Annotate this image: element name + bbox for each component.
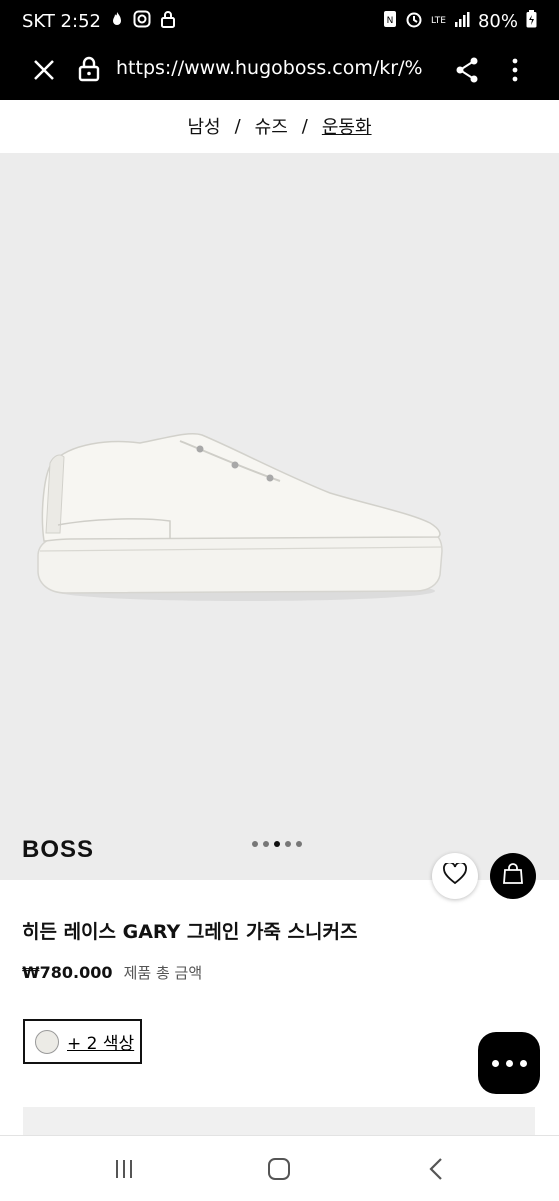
- add-to-bag-button[interactable]: [490, 853, 536, 899]
- system-nav-bar: [0, 1135, 559, 1201]
- network-label: LTE: [431, 16, 446, 26]
- product-image: [37, 432, 443, 601]
- more-colors-link[interactable]: + 2 색상: [67, 1029, 134, 1054]
- signal-icon: [454, 11, 470, 31]
- shopping-bag-icon: [501, 862, 525, 890]
- chat-icon: [519, 1059, 527, 1067]
- carousel-dot-active[interactable]: [274, 841, 280, 847]
- instagram-icon: [133, 10, 151, 32]
- size-panel: [23, 1107, 535, 1135]
- product-gallery[interactable]: BOSS: [0, 153, 559, 880]
- home-icon[interactable]: [266, 1156, 292, 1182]
- breadcrumb-separator: /: [301, 115, 308, 137]
- carousel-dot[interactable]: [285, 841, 291, 847]
- carousel-dot[interactable]: [296, 841, 302, 847]
- color-selector[interactable]: + 2 색상: [23, 1019, 142, 1064]
- nfc-icon: N: [383, 10, 397, 32]
- breadcrumb-item-men[interactable]: 남성: [187, 113, 220, 139]
- close-icon[interactable]: [30, 56, 58, 84]
- brand-logo: BOSS: [22, 836, 95, 863]
- product-title: 히든 레이스 GARY 그레인 가죽 스니커즈: [22, 921, 358, 943]
- carousel-dot[interactable]: [252, 841, 258, 847]
- product-price-row: ₩780.000 제품 총 금액: [22, 962, 202, 983]
- svg-text:N: N: [387, 16, 394, 26]
- back-icon[interactable]: [424, 1156, 450, 1182]
- lock-icon[interactable]: [78, 56, 100, 82]
- heart-icon: [443, 861, 467, 889]
- chat-icon: [491, 1059, 499, 1067]
- lock-icon: [160, 10, 175, 32]
- breadcrumb-separator: /: [234, 115, 241, 137]
- menu-icon[interactable]: [505, 56, 525, 84]
- breadcrumb-item-sneakers[interactable]: 운동화: [322, 113, 372, 139]
- breadcrumb: 남성 / 슈즈 / 운동화: [0, 100, 559, 152]
- carousel-dot[interactable]: [263, 841, 269, 847]
- price-note: 제품 총 금액: [123, 964, 203, 982]
- url-text[interactable]: https://www.hugoboss.com/kr/%: [116, 57, 436, 79]
- chat-button[interactable]: [478, 1032, 540, 1094]
- alarm-icon: [405, 10, 423, 32]
- battery-icon: [526, 10, 537, 32]
- favorite-button[interactable]: [432, 853, 478, 899]
- carousel-dots[interactable]: [252, 841, 302, 847]
- product-price: ₩780.000: [22, 963, 113, 982]
- status-time: SKT 2:52: [22, 10, 101, 32]
- status-bar: SKT 2:52 N LTE 80%: [0, 0, 559, 42]
- battery-percent: 80%: [477, 10, 518, 32]
- color-swatch[interactable]: [35, 1029, 59, 1054]
- notification-icon: [111, 11, 123, 31]
- share-icon[interactable]: [454, 56, 480, 84]
- chat-icon: [505, 1059, 513, 1067]
- browser-toolbar: https://www.hugoboss.com/kr/%: [0, 42, 559, 100]
- recent-apps-icon[interactable]: [111, 1156, 137, 1182]
- breadcrumb-item-shoes[interactable]: 슈즈: [255, 113, 288, 139]
